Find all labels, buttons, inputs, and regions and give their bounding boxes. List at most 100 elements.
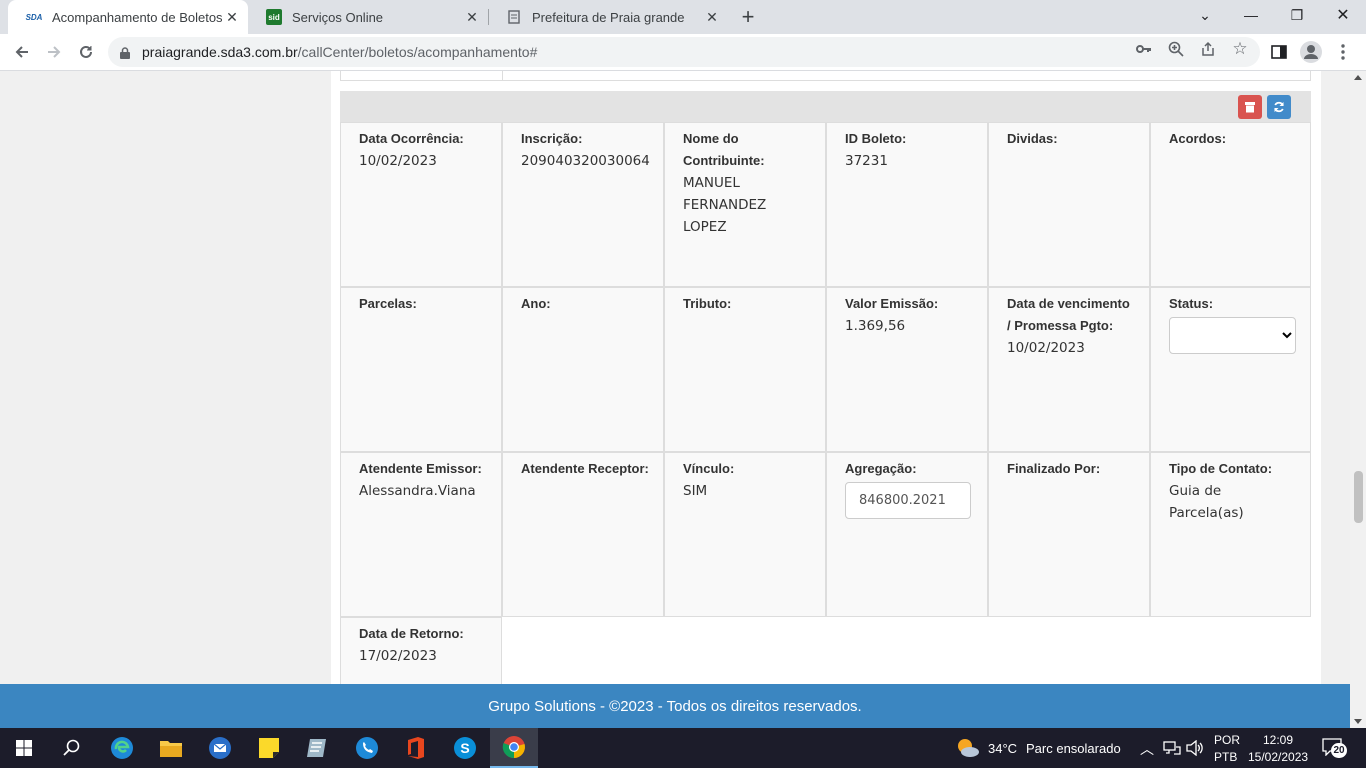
start-button[interactable] [0,728,48,768]
agregacao-input[interactable]: 846800.2021 [845,482,971,519]
notification-center-button[interactable]: 20 [1322,738,1348,758]
field-value: MANUEL FERNANDEZ LOPEZ [683,175,767,235]
lock-icon[interactable] [120,46,130,59]
cell-ano: Ano: [502,287,664,452]
field-label: Data Ocorrência: [359,131,464,146]
close-tab-icon[interactable]: ✕ [222,7,242,27]
skype-icon[interactable]: S [441,728,489,768]
weather-icon[interactable] [956,737,980,759]
field-label: Acordos: [1169,131,1227,146]
phone-app-icon[interactable] [343,728,391,768]
field-value: SIM [683,483,708,499]
close-tab-icon[interactable]: ✕ [702,7,722,27]
bookmark-star-icon[interactable]: ☆ [1231,39,1249,58]
notes-app-icon[interactable] [294,728,342,768]
cell-data-vencimento: Data de vencimento / Promessa Pgto: 10/0… [988,287,1150,452]
field-value: 209040320030064 [521,153,650,169]
sda-logo-icon: SDA [25,12,43,22]
forward-button[interactable] [40,38,68,66]
cell-parcelas: Parcelas: [340,287,502,452]
minimize-button[interactable]: — [1228,0,1274,30]
zoom-icon[interactable] [1167,40,1185,58]
tab-servicos-online[interactable]: sid Serviços Online ✕ [248,0,488,34]
new-tab-button[interactable]: + [736,4,760,29]
refresh-button[interactable] [1267,95,1291,119]
cell-acordos: Acordos: [1150,122,1311,287]
windows-taskbar: S 34°C Parc ensolarado ︿ POR PTB 12:09 1… [0,728,1366,768]
field-label: Finalizado Por: [1007,461,1101,476]
weather-text[interactable]: Parc ensolarado [1026,741,1121,756]
clock-date[interactable]: 15/02/2023 [1248,750,1308,764]
network-icon[interactable] [1163,741,1181,760]
scroll-up-icon[interactable] [1354,75,1362,80]
field-label: Atendente Receptor: [521,461,649,476]
tab-prefeitura[interactable]: Prefeitura de Praia grande ✕ [488,0,728,34]
clock-time[interactable]: 12:09 [1263,733,1293,747]
field-label: Ano: [521,296,551,311]
field-label: Valor Emissão: [845,296,939,311]
close-window-button[interactable]: ✕ [1320,0,1366,30]
tab-acompanhamento[interactable]: SDA Acompanhamento de Boletos / P ✕ [8,0,248,34]
field-label: Agregação: [845,461,917,476]
field-label: Status: [1169,296,1214,311]
tab-title: Serviços Online [292,9,384,25]
volume-icon[interactable] [1186,739,1204,761]
field-label: ID Boleto: [845,131,907,146]
cell-nome-contribuinte: Nome do Contribuinte: MANUEL FERNANDEZ L… [664,122,826,287]
sticky-notes-icon[interactable] [245,728,293,768]
field-label: Nome do Contribuinte: [683,131,765,168]
search-button[interactable] [48,728,96,768]
cell-data-ocorrencia: Data Ocorrência: 10/02/2023 [340,122,502,287]
cell-vinculo: Vínculo: SIM [664,452,826,617]
content-panel: Data Ocorrência: 10/02/2023 Inscrição: 2… [331,71,1321,684]
chrome-icon[interactable] [490,728,538,768]
restore-button[interactable]: ❐ [1274,0,1320,30]
address-bar[interactable]: praiagrande.sda3.com.br/callCenter/bolet… [108,37,1260,67]
page-footer: Grupo Solutions - ©2023 - Todos os direi… [0,684,1350,728]
profile-avatar-icon[interactable] [1297,38,1325,66]
cell-dividas: Dividas: [988,122,1150,287]
trash-icon [1245,102,1255,113]
field-label: Data de Retorno: [359,626,464,641]
back-button[interactable] [8,38,36,66]
field-label: Tipo de Contato: [1169,461,1273,476]
scrollbar-thumb[interactable] [1354,471,1363,523]
key-icon[interactable] [1135,40,1153,58]
tab-search-icon[interactable]: ⌄ [1182,0,1228,30]
browser-toolbar: praiagrande.sda3.com.br/callCenter/bolet… [0,34,1366,71]
chevron-up-icon[interactable]: ︿ [1140,739,1154,759]
language-top[interactable]: POR [1214,733,1240,747]
previous-record-row [340,71,1311,81]
field-label: Tributo: [683,296,732,311]
share-icon[interactable] [1199,40,1217,58]
windows-logo-icon [16,740,32,756]
close-tab-icon[interactable]: ✕ [462,7,482,27]
file-explorer-icon[interactable] [147,728,195,768]
cell-atendente-emissor: Atendente Emissor: Alessandra.Viana [340,452,502,617]
field-label: Inscrição: [521,131,583,146]
menu-kebab-icon[interactable] [1329,38,1357,66]
page-scrollbar[interactable] [1350,71,1366,728]
side-panel-icon[interactable] [1265,38,1293,66]
field-label: Dividas: [1007,131,1058,146]
url-text: praiagrande.sda3.com.br/callCenter/bolet… [142,44,537,60]
reload-button[interactable] [72,38,100,66]
field-label: Data de vencimento / Promessa Pgto: [1007,296,1130,333]
field-value: Alessandra.Viana [359,483,476,499]
cell-status: Status: [1150,287,1311,452]
status-select[interactable] [1169,317,1296,354]
mail-client-icon[interactable] [196,728,244,768]
language-bottom[interactable]: PTB [1214,750,1237,764]
cell-finalizado-por: Finalizado Por: [988,452,1150,617]
field-value: Guia de Parcela(as) [1169,483,1244,521]
field-value: 10/02/2023 [1007,340,1085,356]
scroll-down-icon[interactable] [1354,719,1362,724]
office-icon[interactable] [392,728,440,768]
edge-icon[interactable] [98,728,146,768]
refresh-icon [1274,101,1284,113]
delete-button[interactable] [1238,95,1262,119]
cell-atendente-receptor: Atendente Receptor: [502,452,664,617]
field-value: 37231 [845,153,888,169]
weather-temp[interactable]: 34°C [988,741,1017,756]
tab-title: Acompanhamento de Boletos / P [52,9,222,25]
